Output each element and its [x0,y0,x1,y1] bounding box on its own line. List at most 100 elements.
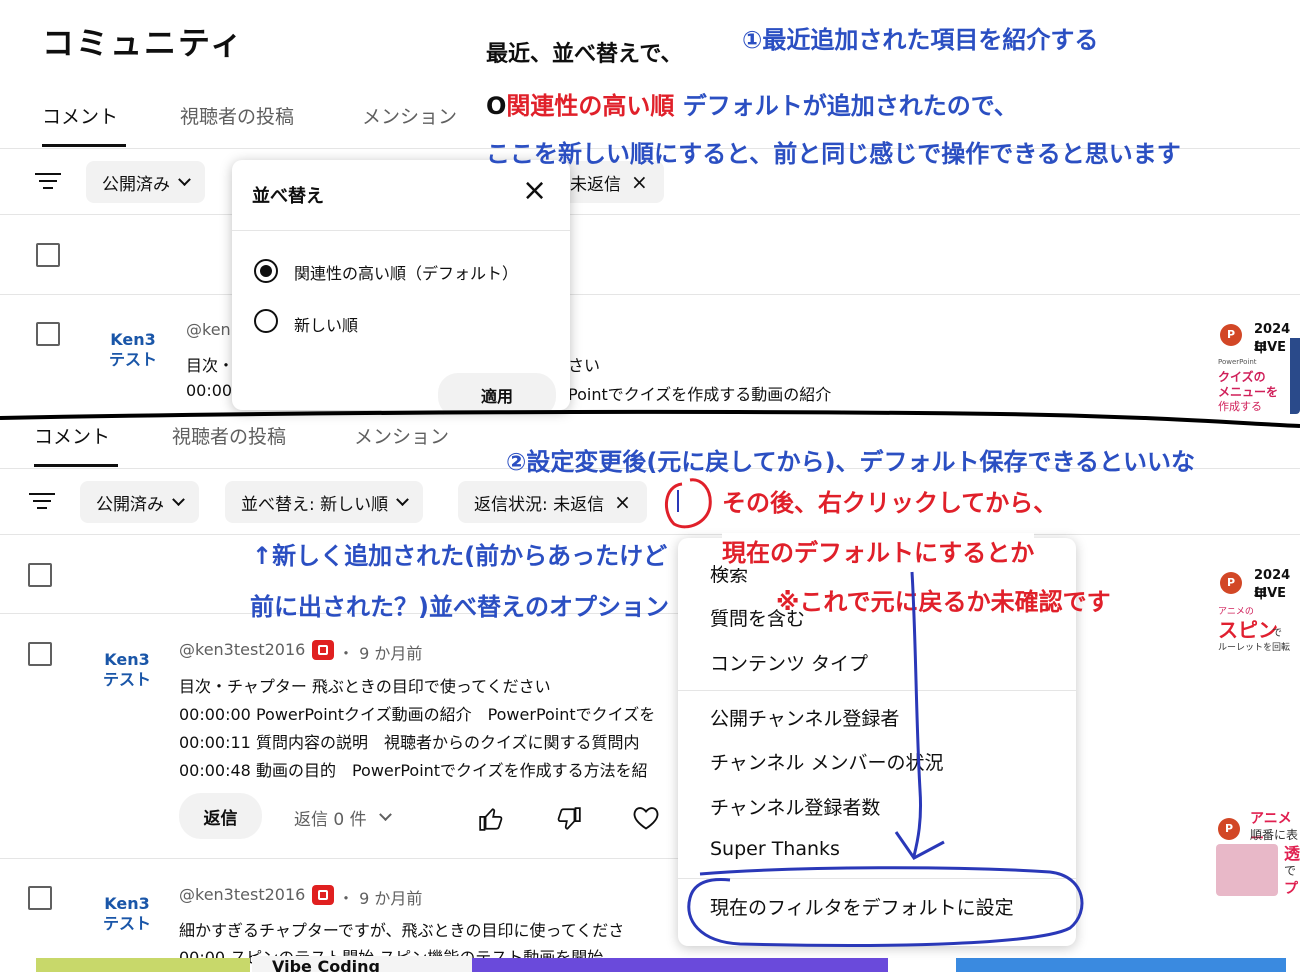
annotation-text: ②設定変更後(元に戻してから)、デフォルト保存できるといいな [506,448,1196,476]
member-badge-icon [312,885,334,905]
annotation-text: 最近、並べ替えで、 [486,42,683,67]
comment-checkbox[interactable] [28,642,52,666]
sort-panel-title: 並べ替え [252,186,324,207]
comment-line: 00:00 [186,381,233,400]
annotation-mark: O [486,92,507,120]
heart-icon[interactable] [632,805,660,831]
radio-newest[interactable] [254,309,278,333]
menu-separator [678,690,1076,691]
avatar[interactable]: Ken3 テスト [102,894,152,934]
video-thumbnail[interactable]: P アニメー 順番に表 透 で プ [1212,806,1300,896]
thumb-live: LIVE [1254,340,1287,355]
reply-button[interactable]: 返信 [179,793,262,839]
reply-status-chip[interactable]: 返信状況: 未返信 × [458,481,647,523]
row-divider [0,294,1300,295]
tab-comments[interactable]: コメント [34,422,110,449]
published-chip-label: 公開済み [102,174,170,195]
avatar-line-1: Ken3 [110,330,156,349]
tab-mentions[interactable]: メンション [362,102,457,129]
tab-viewer-posts[interactable]: 視聴者の投稿 [180,102,294,129]
avatar[interactable]: Ken3 テスト [102,650,152,690]
annotation-text: その後、右クリックしてから、 [722,489,1058,517]
tab-mentions[interactable]: メンション [354,422,449,449]
close-icon[interactable]: × [631,172,648,192]
chevron-down-icon [178,172,191,186]
video-thumbnail[interactable]: P 2024年 LIVE PowerPoint クイズの メニューを 作成する [1212,318,1300,414]
filter-icon[interactable] [28,493,56,513]
avatar[interactable]: Ken3 テスト [108,330,158,370]
sort-option-newest[interactable]: 新しい順 [294,312,358,336]
comment-checkbox[interactable] [36,322,60,346]
reply-status-chip-label: 未返信 [570,174,621,195]
menu-separator [678,878,1076,879]
powerpoint-icon: P [1218,818,1240,840]
footer-thumbnail[interactable] [472,958,888,972]
menu-item-subscriber-count[interactable]: チャンネル登録者数 [710,793,880,820]
footer-thumbnail[interactable] [956,958,1286,972]
annotation-text: デフォルトが追加されたので、 [674,92,1018,120]
sort-panel: 並べ替え × 関連性の高い順（デフォルト） 新しい順 適用 [232,160,570,410]
menu-item-public-subscribers[interactable]: 公開チャンネル登録者 [710,704,899,731]
annotation-text: ↑新しく追加された(前からあったけど [252,542,668,570]
comment-line: 00:00:00 PowerPointクイズ動画の紹介 PowerPointでク… [179,705,656,724]
annotation-text: O関連性の高い順 デフォルトが追加されたので、 [486,86,1018,121]
avatar-line-2: テスト [102,670,151,689]
comment-checkbox[interactable] [28,886,52,910]
tab-active-indicator [34,464,118,467]
annotation-text: ※これで元に戻るか未確認です [776,588,1111,616]
sort-option-relevance[interactable]: 関連性の高い順（デフォルト） [294,260,518,284]
radio-relevance[interactable] [254,259,278,283]
thumb-line: スピン [1218,618,1278,642]
menu-item-member-status[interactable]: チャンネル メンバーの状況 [710,748,943,775]
avatar-line-2: テスト [102,914,151,933]
published-chip[interactable]: 公開済み [86,161,205,203]
filter-divider [0,214,1300,215]
tab-active-indicator [42,144,126,147]
chevron-down-icon [378,808,392,822]
thumb-line: ルーレットを回転 [1218,643,1291,653]
comment-handle[interactable]: @ken3test2016 [179,885,305,904]
filter-icon[interactable] [34,173,62,193]
powerpoint-icon: P [1220,324,1242,346]
powerpoint-icon: P [1220,572,1242,594]
published-chip-label: 公開済み [96,494,164,515]
footer-thumbnail[interactable] [36,958,250,972]
close-icon[interactable]: × [614,492,631,512]
row-divider [0,858,680,859]
footer-thumbnail[interactable]: Vibe Coding [252,956,472,972]
filter-divider [0,534,1300,535]
annotation-highlight: 関連性の高い順 [506,92,675,120]
comment-handle[interactable]: @ken3test2016 [179,640,305,659]
sort-panel-divider [232,230,570,231]
text-cursor [677,490,679,512]
tab-viewer-posts[interactable]: 視聴者の投稿 [172,422,286,449]
menu-item-content-type[interactable]: コンテンツ タイプ [710,649,868,676]
thumb-live: LIVE [1254,586,1287,601]
menu-item-super-thanks[interactable]: Super Thanks [710,838,840,860]
thumbs-up-icon[interactable] [478,806,504,832]
tab-comments[interactable]: コメント [42,102,118,129]
avatar-line-1: Ken3 [104,894,150,913]
menu-item-set-default-filter[interactable]: 現在のフィルタをデフォルトに設定 [710,893,1014,920]
chevron-down-icon [396,492,410,506]
thumb-line: PowerPoint [1218,358,1257,366]
thumbs-down-icon[interactable] [556,806,582,832]
comment-line: 細かすぎるチャプターですが、飛ぶときの目印に使ってくださ [179,921,625,940]
published-chip[interactable]: 公開済み [80,481,199,523]
comment-line: 00:00:11 質問内容の説明 視聴者からのクイズに関する質問内 [179,733,640,752]
reply-count-toggle[interactable]: 返信 0 件 [294,805,392,830]
reply-count-label: 返信 0 件 [294,810,367,830]
select-all-checkbox[interactable] [36,243,60,267]
chevron-down-icon [172,492,185,506]
annotation-text: 前に出された？)並べ替えのオプション [250,593,669,621]
comment-handle[interactable]: @ken [186,320,231,339]
thumb-line: プ [1284,881,1298,896]
avatar-line-1: Ken3 [104,650,150,669]
member-badge-icon [312,640,334,660]
video-thumbnail[interactable]: P 2024年 LIVE アニメの スピン で ルーレットを回転 [1212,564,1300,660]
select-all-checkbox[interactable] [28,563,52,587]
sort-chip[interactable]: 並べ替え: 新しい順 [225,481,424,523]
close-icon[interactable]: × [522,176,547,206]
comment-line: 00:00:48 動画の目的 PowerPointでクイズを作成する方法を紹 [179,761,648,780]
annotation-text: ①最近追加された項目を紹介する [742,26,1099,54]
